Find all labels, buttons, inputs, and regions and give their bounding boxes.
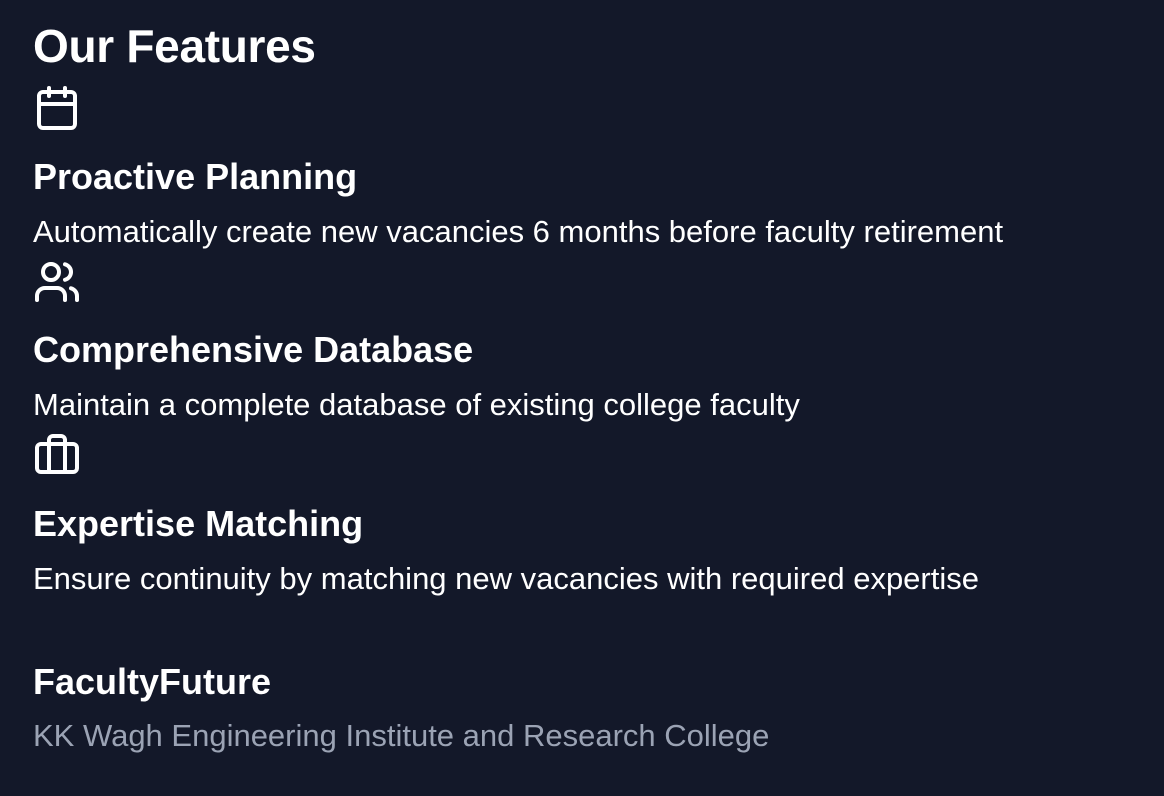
section-title: Our Features (33, 20, 316, 72)
feature-description-comprehensive-database: Maintain a complete database of existing… (33, 387, 800, 422)
brand-name: FacultyFuture (33, 661, 272, 702)
calendar-icon (33, 84, 81, 132)
feature-title-proactive-planning: Proactive Planning (33, 156, 358, 197)
features-page: Our Features Proactive Planning Automati… (0, 0, 1164, 796)
users-icon (33, 258, 81, 306)
feature-description-proactive-planning: Automatically create new vacancies 6 mon… (33, 214, 1004, 249)
feature-description-expertise-matching: Ensure continuity by matching new vacanc… (33, 561, 979, 596)
briefcase-icon (33, 432, 81, 480)
feature-title-expertise-matching: Expertise Matching (33, 503, 364, 544)
institution-name: KK Wagh Engineering Institute and Resear… (33, 718, 770, 753)
feature-title-comprehensive-database: Comprehensive Database (33, 329, 474, 370)
